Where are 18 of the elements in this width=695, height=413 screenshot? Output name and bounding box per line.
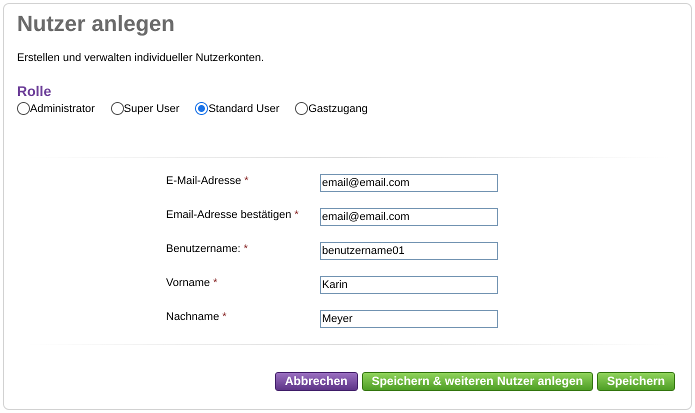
role-radio[interactable]: Super User [110,100,180,117]
field-label: Vorname * [166,276,218,291]
action-button[interactable]: Abbrechen [274,372,358,391]
field-label: E-Mail-Adresse * [166,174,250,189]
role-radio[interactable]: Standard User [195,100,280,117]
text-field[interactable]: email@email.com [320,208,498,226]
field-label: Nachname * [166,310,228,325]
field-label: Benutzername: * [166,242,249,257]
text-field[interactable]: email@email.com [320,174,498,192]
role-radio[interactable]: Gastzugang [295,100,368,117]
role-heading: Rolle [17,82,52,100]
field-label: Email-Adresse bestätigen * [166,208,300,223]
role-radio[interactable]: Administrator [17,100,95,117]
text-field[interactable]: Meyer [320,310,498,328]
text-field[interactable]: benutzername01 [320,242,498,260]
page-description: Erstellen und verwalten individueller Nutzerkonten. [17,51,264,66]
page-title: Nutzer anlegen [17,10,175,38]
text-field[interactable]: Karin [320,276,498,294]
